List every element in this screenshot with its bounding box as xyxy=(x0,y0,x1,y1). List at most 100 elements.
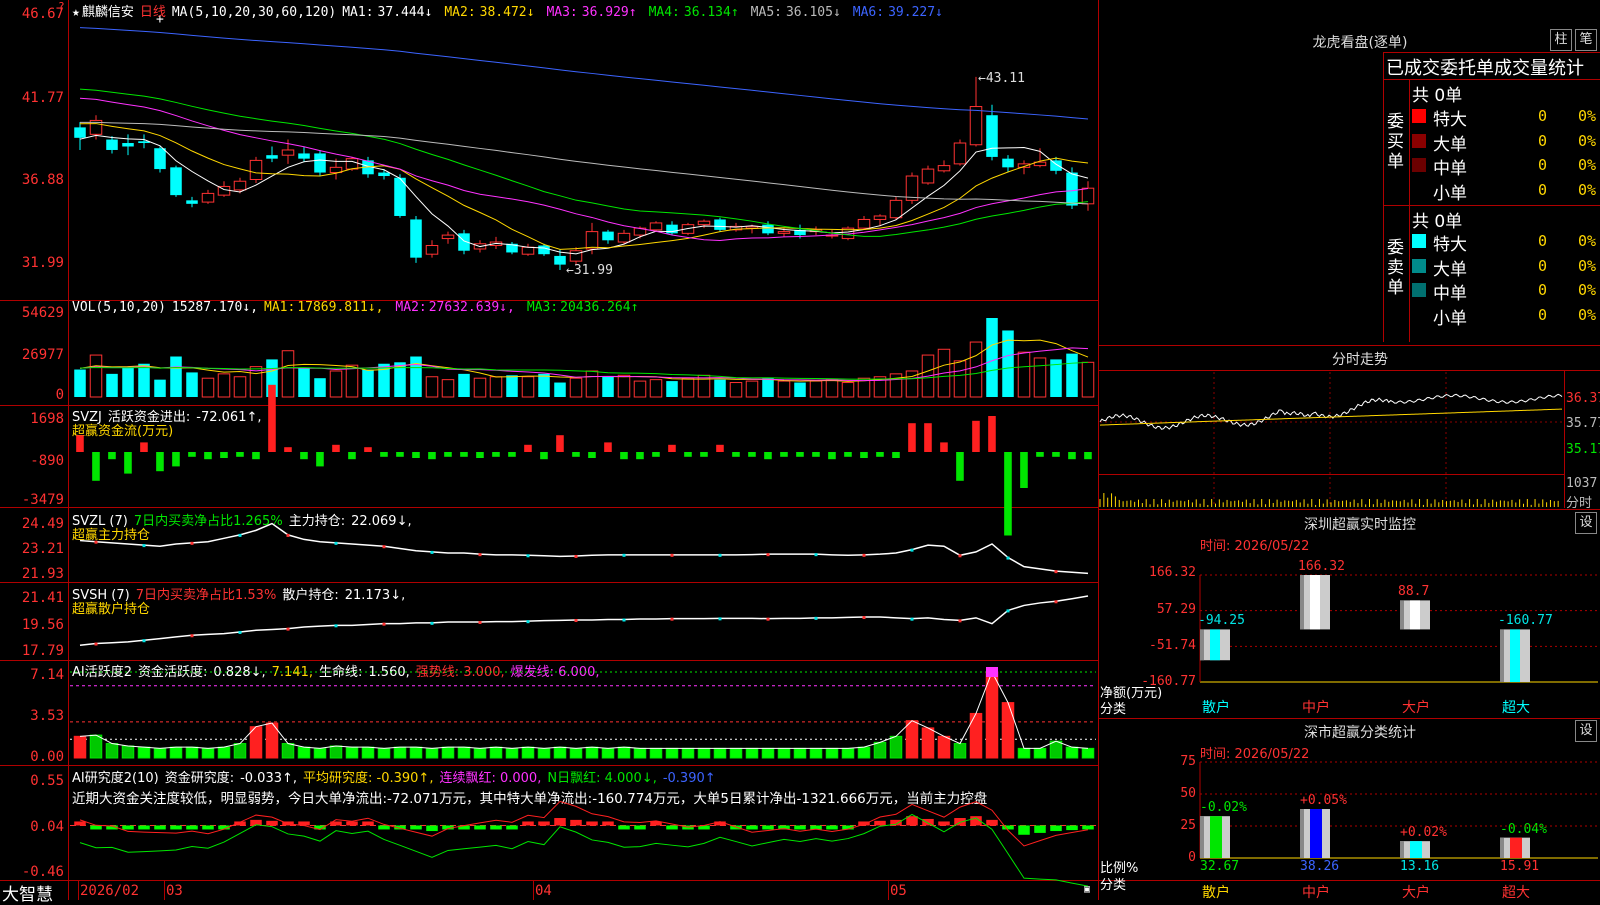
volume-bar xyxy=(298,368,310,397)
candle-body xyxy=(170,167,182,196)
candle-body xyxy=(106,139,118,150)
intraday-chart[interactable] xyxy=(1099,371,1563,507)
activity-bar xyxy=(729,747,743,759)
activity-bar xyxy=(553,746,567,759)
candle-body xyxy=(521,246,535,255)
buy-row-name-2: 中单 xyxy=(1433,159,1467,179)
retail-position-line-tick xyxy=(478,621,482,624)
candle-body xyxy=(410,219,422,258)
sell-row-pct-2: 0% xyxy=(1578,281,1597,299)
money-flow-bar xyxy=(1036,452,1044,457)
money-flow-bar xyxy=(284,447,292,452)
volume-bar xyxy=(186,372,198,397)
volume-bar xyxy=(425,376,439,398)
sz-bar-body xyxy=(1300,575,1330,630)
sell-row-count-3: 0 xyxy=(1538,305,1548,324)
money-flow-bar xyxy=(252,452,260,460)
money-flow-bar xyxy=(956,452,964,481)
szc-unit-cat: 分类 xyxy=(1100,878,1127,893)
sz-settings-button[interactable]: 设 xyxy=(1575,512,1597,534)
research-bar xyxy=(602,821,614,826)
money-flow-bar xyxy=(300,452,308,460)
sz-val-3: -160.77 xyxy=(1498,613,1553,629)
main-force-position-line-tick xyxy=(526,554,530,558)
volume-bar xyxy=(617,374,631,398)
volume-bar xyxy=(89,354,103,398)
sz-cat-0: 散户 xyxy=(1202,700,1230,716)
main-force-position-line-tick xyxy=(766,553,770,557)
candle-body xyxy=(762,224,774,234)
volume-bar xyxy=(953,360,967,398)
research-bar xyxy=(90,825,102,830)
money-flow-bar xyxy=(924,423,932,452)
buy-row-name-3: 小单 xyxy=(1433,183,1467,204)
szc-change-2: +0.02% xyxy=(1400,825,1447,841)
buy-row-pct-0: 0% xyxy=(1578,107,1597,125)
volume-bar xyxy=(410,356,422,397)
money-flow-bar xyxy=(396,452,404,457)
activity-bar xyxy=(73,735,87,759)
volume-bar xyxy=(681,377,695,398)
money-flow-bar xyxy=(908,423,916,452)
money-flow-bar xyxy=(668,444,676,452)
szc-bar-body xyxy=(1500,837,1530,858)
retail-position-line-tick xyxy=(766,617,770,621)
research-bar xyxy=(922,818,934,826)
column-view-button[interactable]: 柱 xyxy=(1550,29,1572,51)
buy-row-name-1: 大单 xyxy=(1433,134,1467,155)
szc-cat-0: 散户 xyxy=(1202,885,1230,901)
activity-bar xyxy=(1081,747,1095,759)
research-bar xyxy=(202,825,214,830)
szc-cat-1: 中户 xyxy=(1302,885,1330,901)
activity-bar xyxy=(457,746,471,759)
volume-bar xyxy=(441,379,455,398)
tick-view-button[interactable]: 笔 xyxy=(1575,29,1597,51)
szc-time: 时间: 2026/05/22 xyxy=(1200,747,1310,762)
money-flow-bar xyxy=(460,452,468,457)
retail-position-line-tick xyxy=(190,634,194,638)
szc-bar-shade xyxy=(1500,837,1504,858)
main-force-position-line-tick xyxy=(670,553,674,557)
retail-position-line-tick xyxy=(622,618,626,622)
sz-axis-2: -51.74 xyxy=(1149,638,1196,653)
szc-bar-body xyxy=(1200,816,1230,858)
buy-row-count-0: 0 xyxy=(1538,107,1548,125)
activity-bar xyxy=(409,746,423,759)
money-flow-bar xyxy=(572,452,580,457)
sz-cat-3: 超大 xyxy=(1502,700,1530,716)
volume-bar xyxy=(714,379,726,397)
volume-bar xyxy=(1081,361,1095,398)
activity-bar xyxy=(825,747,839,759)
money-flow-bar xyxy=(428,452,436,460)
intraday-axis-0: 36.37 xyxy=(1566,391,1600,406)
money-flow-bar xyxy=(172,452,180,467)
sz-val-1: 166.32 xyxy=(1298,559,1345,574)
money-flow-bar xyxy=(604,442,612,452)
szc-settings-button[interactable]: 设 xyxy=(1575,720,1597,742)
retail-position-line-tick xyxy=(94,642,98,646)
main-force-position-line-tick xyxy=(718,553,722,557)
ma-line-ma5 xyxy=(79,121,1089,205)
szc-bar-shade xyxy=(1300,809,1304,858)
research-bar xyxy=(490,825,502,830)
chart-canvas: ←43.11 ←31.99 xyxy=(70,27,1096,887)
retail-position-line-tick xyxy=(286,627,290,631)
volume-bar xyxy=(170,356,182,397)
volume-bar xyxy=(74,369,86,397)
money-flow-bar xyxy=(332,444,340,452)
lhb-title: 龙虎看盘(逐单) xyxy=(1312,35,1408,51)
candle-body xyxy=(1081,187,1095,205)
money-flow-bar xyxy=(1020,452,1028,488)
candle-body xyxy=(602,231,614,241)
volume-bar xyxy=(745,380,759,398)
activity-bar xyxy=(441,746,455,759)
volume-bar xyxy=(458,373,470,397)
money-flow-bar xyxy=(556,435,564,452)
research-bar xyxy=(874,820,886,826)
research-bar xyxy=(426,825,438,832)
szc-cat-3: 超大 xyxy=(1502,885,1530,901)
candle-body xyxy=(74,127,86,138)
money-flow-bar xyxy=(540,452,548,460)
retail-position-line-tick xyxy=(142,639,146,643)
money-flow-bar xyxy=(220,452,228,458)
